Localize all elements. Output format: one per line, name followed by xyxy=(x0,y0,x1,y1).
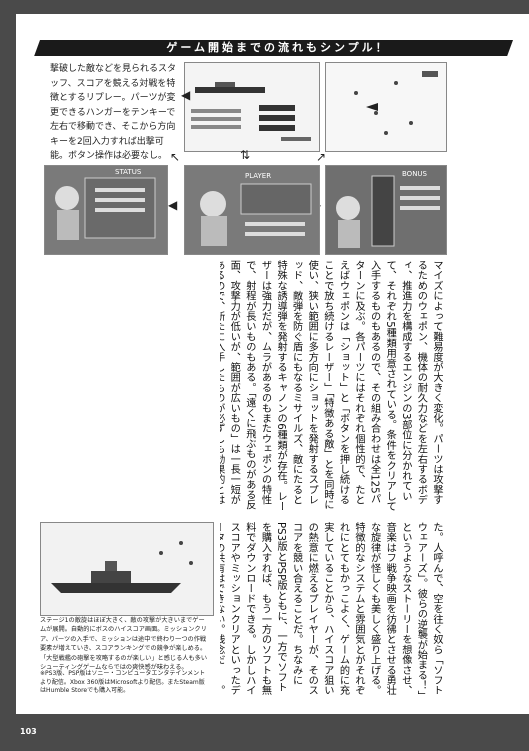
article-right-text: マイズによって難易度が大きく変化。パーツは攻撃するためのウェポン、機体の耐久力な… xyxy=(220,260,442,512)
arrow-right-up-icon: ↗ xyxy=(316,150,327,164)
article-right-block: マイズによって難易度が大きく変化。パーツは攻撃するためのウェポン、機体の耐久力な… xyxy=(220,260,444,520)
screenshot-gameplay xyxy=(325,62,447,152)
screenshot-hangar xyxy=(184,62,320,152)
screenshot-status: STATUS xyxy=(44,165,168,255)
platform-note: ※PS3版、PSP版はソニー・コンピュータエンタテインメントより配信。Xbox … xyxy=(40,670,206,694)
arrow-right-icon: ◀ xyxy=(181,88,191,102)
hud-player-label: PLAYER xyxy=(245,172,272,180)
screenshot-caption: ステージ1の敵旋はほぼ大きく、敵の攻撃が大きいまでゲームが展開。自動的にボスのハ… xyxy=(40,617,208,672)
screenshot-player: PLAYER xyxy=(184,165,320,255)
hud-status-label: STATUS xyxy=(115,168,142,176)
page-number: 103 xyxy=(20,727,37,736)
article-left-text: た。人呼んで、空を往く奴ら「ソフトウェアーズ」。彼らの逆襲が始まる！」というよう… xyxy=(220,522,442,696)
arrow-left-icon: ↖ xyxy=(170,150,181,164)
arrow-up-down-icon: ⇅ xyxy=(240,148,251,162)
hud-bonus-label: BONUS xyxy=(402,170,427,178)
intro-paragraph: 撃破した敵などを見られるスタッフ、スコアを競える対戦を特徴とするリプレー。パーツ… xyxy=(50,64,177,161)
article-left-block: た。人呼んで、空を往く奴ら「ソフトウェアーズ」。彼らの逆襲が始まる！」というよう… xyxy=(220,522,444,702)
arrow-flow-left-icon: ◀ xyxy=(168,198,178,212)
section-title: ゲーム開始までの流れもシンプル！ xyxy=(166,41,390,54)
screenshot-bonus: BONUS xyxy=(325,165,447,255)
screenshot-battleship xyxy=(40,522,214,616)
